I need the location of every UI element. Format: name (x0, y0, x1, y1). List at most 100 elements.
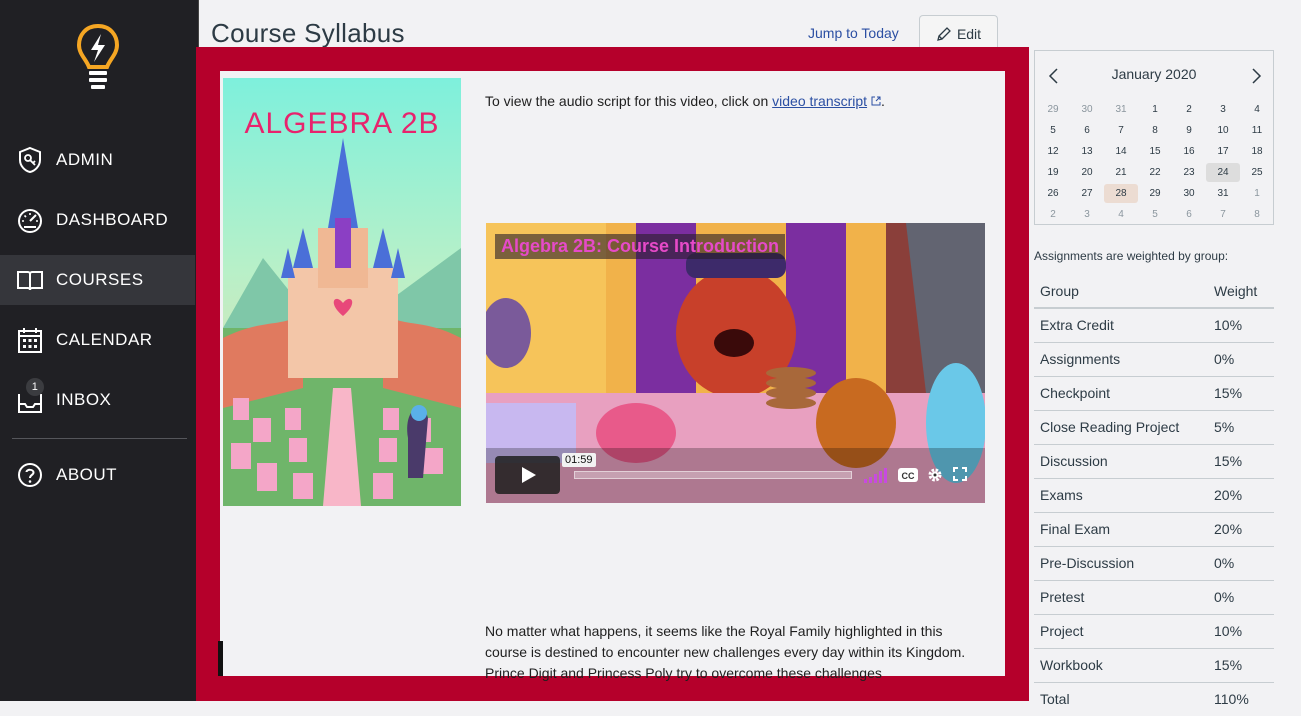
jump-to-today-link[interactable]: Jump to Today (808, 25, 899, 41)
calendar-day[interactable]: 10 (1206, 121, 1240, 140)
video-title: Algebra 2B: Course Introduction (495, 234, 786, 259)
weights-value-cell: 20% (1208, 512, 1274, 547)
calendar-day[interactable]: 29 (1036, 100, 1070, 119)
weights-row: Pretest 0% (1034, 580, 1274, 615)
weights-group-cell: Workbook (1034, 648, 1208, 683)
weights-group-cell: Pretest (1034, 580, 1208, 615)
nav-item-inbox[interactable]: 1 INBOX (0, 375, 195, 425)
transcript-line: To view the audio script for this video,… (485, 93, 885, 109)
calendar-day[interactable]: 6 (1172, 205, 1206, 224)
weights-row: Extra Credit 10% (1034, 308, 1274, 343)
weights-group-cell: Total (1034, 682, 1208, 716)
nav-item-admin[interactable]: ADMIN (0, 135, 195, 185)
calendar-day[interactable]: 8 (1138, 121, 1172, 140)
nav-item-dashboard[interactable]: DASHBOARD (0, 195, 195, 245)
pencil-icon (937, 26, 951, 41)
calendar-day[interactable]: 3 (1206, 100, 1240, 119)
calendar-day[interactable]: 30 (1172, 184, 1206, 203)
calendar-day[interactable]: 3 (1070, 205, 1104, 224)
global-nav-sidebar: ADMIN DASHBOARD COURSES CALENDAR 1 INBOX… (0, 0, 199, 701)
weights-group-cell: Discussion (1034, 444, 1208, 479)
calendar-day[interactable]: 2 (1172, 100, 1206, 119)
calendar-day[interactable]: 22 (1138, 163, 1172, 182)
calendar-day[interactable]: 12 (1036, 142, 1070, 161)
course-poster-image: ALGEBRA 2B (223, 78, 461, 506)
weights-row: Discussion 15% (1034, 444, 1274, 479)
calendar-day[interactable]: 2 (1036, 205, 1070, 224)
weights-body: Extra Credit 10% Assignments 0% Checkpoint 15… (1034, 308, 1274, 716)
calendar-day[interactable]: 4 (1104, 205, 1138, 224)
calendar-day-grid: 29 30 31 1 2 3 4 5 6 7 8 9 10 11 12 13 14 15 16 17 18 19 20 21 2… (1036, 99, 1273, 225)
calendar-day[interactable]: 5 (1138, 205, 1172, 224)
video-time-tooltip: 01:59 (562, 453, 596, 467)
weights-group-cell: Final Exam (1034, 512, 1208, 547)
calendar-day[interactable]: 11 (1240, 121, 1274, 140)
calendar-day[interactable]: 14 (1104, 142, 1138, 161)
calendar-day[interactable]: 16 (1172, 142, 1206, 161)
weights-value-cell: 10% (1208, 308, 1274, 343)
closed-captions-icon[interactable]: CC (898, 467, 918, 483)
calendar-day[interactable]: 13 (1070, 142, 1104, 161)
next-month-arrow-icon[interactable] (1249, 67, 1263, 85)
nav-item-calendar[interactable]: CALENDAR (0, 315, 195, 365)
video-player[interactable]: Algebra 2B: Course Introduction 01:59 CC (486, 223, 985, 503)
calendar-day[interactable]: 1 (1138, 100, 1172, 119)
book-icon (16, 266, 44, 294)
calendar-day[interactable]: 31 (1206, 184, 1240, 203)
calendar-day[interactable]: 9 (1172, 121, 1206, 140)
video-transcript-link[interactable]: video transcript (772, 93, 867, 109)
calendar-day[interactable]: 20 (1070, 163, 1104, 182)
calendar-day[interactable]: 17 (1206, 142, 1240, 161)
calendar-day[interactable]: 21 (1104, 163, 1138, 182)
assignment-weights-table: Group Weight Extra Credit 10% Assignments 0… (1034, 274, 1274, 716)
calendar-day[interactable]: 24 (1206, 163, 1240, 182)
weights-value-cell: 0% (1208, 546, 1274, 581)
fullscreen-icon[interactable] (953, 467, 967, 481)
weights-row: Assignments 0% (1034, 342, 1274, 377)
admin-shield-icon (16, 146, 44, 174)
weights-group-cell: Exams (1034, 478, 1208, 513)
calendar-day[interactable]: 30 (1070, 100, 1104, 119)
weights-row: Pre-Discussion 0% (1034, 546, 1274, 581)
calendar-day[interactable]: 29 (1138, 184, 1172, 203)
nav-item-about[interactable]: ABOUT (0, 450, 195, 500)
edit-button[interactable]: Edit (919, 15, 998, 51)
settings-gear-icon[interactable] (927, 467, 943, 483)
calendar-day[interactable]: 8 (1240, 205, 1274, 224)
calendar-day[interactable]: 18 (1240, 142, 1274, 161)
volume-icon[interactable] (864, 467, 888, 483)
video-frame-image (486, 223, 985, 503)
calendar-day[interactable]: 25 (1240, 163, 1274, 182)
video-progress-bar[interactable] (574, 471, 852, 479)
page-title: Course Syllabus (211, 18, 405, 48)
inbox-icon: 1 (16, 378, 44, 414)
calendar-day[interactable]: 15 (1138, 142, 1172, 161)
edit-button-label: Edit (956, 25, 982, 42)
calendar-day[interactable]: 23 (1172, 163, 1206, 182)
calendar-day[interactable]: 7 (1206, 205, 1240, 224)
weights-row: Exams 20% (1034, 478, 1274, 513)
dashboard-gauge-icon (16, 206, 44, 234)
calendar-day[interactable]: 6 (1070, 121, 1104, 140)
weights-group-cell: Close Reading Project (1034, 410, 1208, 445)
nav-item-courses[interactable]: COURSES (0, 255, 195, 305)
calendar-day[interactable]: 1 (1240, 184, 1274, 203)
nav-item-label: INBOX (56, 390, 112, 409)
calendar-day[interactable]: 4 (1240, 100, 1274, 119)
weights-group-cell: Assignments (1034, 342, 1208, 377)
lightbulb-logo-icon[interactable] (74, 22, 122, 90)
content-edge-bar (218, 641, 223, 676)
calendar-day[interactable]: 31 (1104, 100, 1138, 119)
weights-value-cell: 15% (1208, 376, 1274, 411)
play-button[interactable] (495, 456, 560, 494)
mini-calendar: January 2020 29 30 31 1 2 3 4 5 6 7 8 9 10 11 12 13 14 15… (1034, 50, 1274, 225)
weights-value-cell: 5% (1208, 410, 1274, 445)
weights-group-cell: Extra Credit (1034, 308, 1208, 343)
calendar-day[interactable]: 19 (1036, 163, 1070, 182)
calendar-day[interactable]: 7 (1104, 121, 1138, 140)
calendar-day[interactable]: 27 (1070, 184, 1104, 203)
calendar-day[interactable]: 28 (1104, 184, 1138, 203)
calendar-day[interactable]: 26 (1036, 184, 1070, 203)
calendar-day[interactable]: 5 (1036, 121, 1070, 140)
weights-row: Total 110% (1034, 682, 1274, 716)
